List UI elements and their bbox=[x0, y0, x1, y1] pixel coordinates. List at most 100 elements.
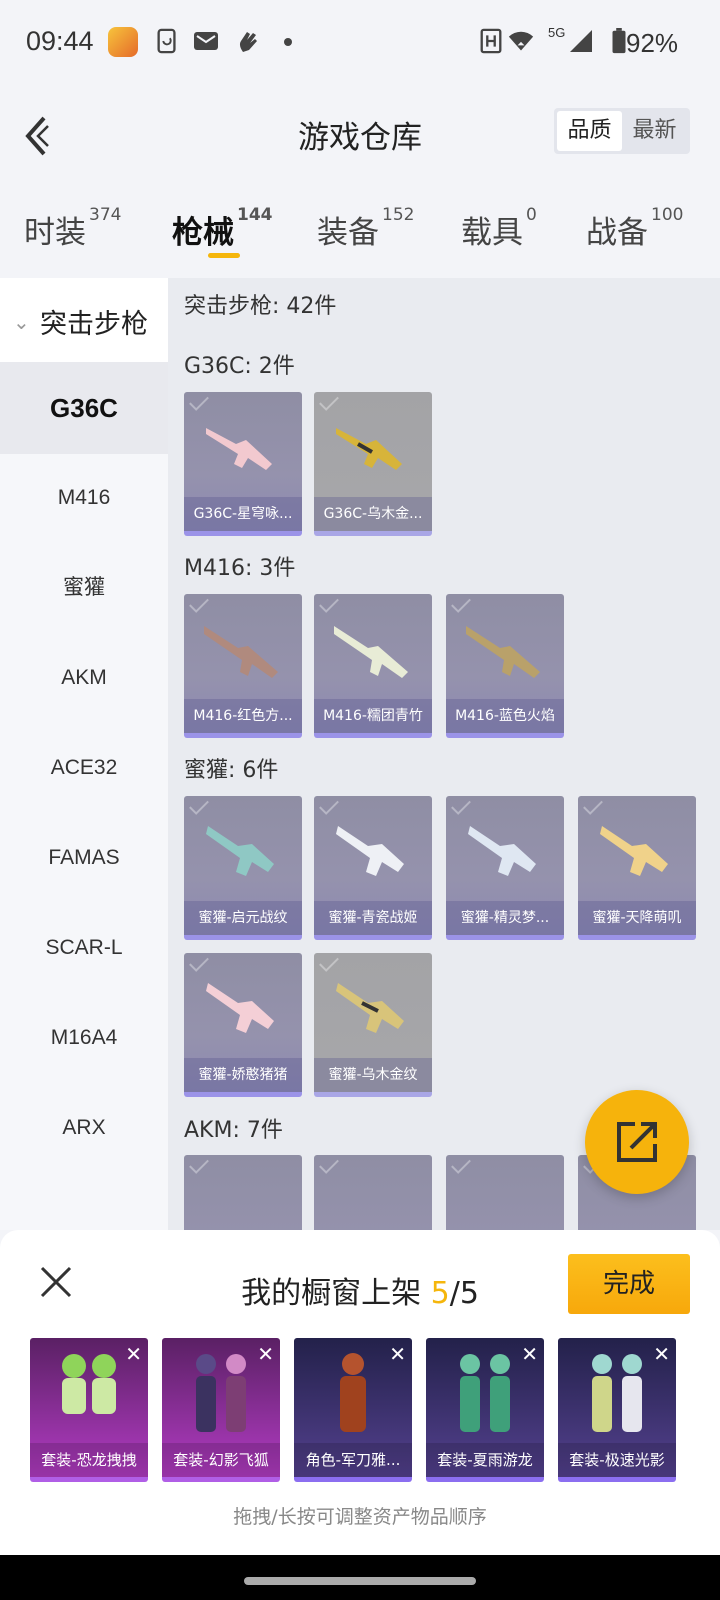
weapon-grid: 突击步枪: 42件 G36C: 2件 G36C-星穹咏... G36C-乌木金.… bbox=[168, 278, 720, 1230]
weapon-card[interactable]: M416-蓝色火焰 bbox=[446, 594, 564, 738]
rifle-icon bbox=[206, 983, 274, 1033]
app-header: 游戏仓库 品质 最新 bbox=[0, 90, 720, 185]
status-time: 09:44 bbox=[26, 26, 94, 56]
group-title: AKM: 7件 bbox=[184, 1118, 283, 1143]
showcase-slot[interactable]: ✕ 套装-恐龙拽拽 bbox=[30, 1338, 148, 1482]
tab-fashion[interactable]: 时装 374 bbox=[24, 205, 121, 252]
screenshot-icon bbox=[157, 28, 176, 54]
sidebar-item-akm[interactable]: AKM bbox=[0, 632, 168, 724]
weapon-card-label: 蜜獾-天降萌叽 bbox=[578, 901, 696, 935]
sort-latest-button[interactable]: 最新 bbox=[622, 111, 687, 151]
showcase-slot-label: 套装-极速光影 bbox=[558, 1443, 676, 1477]
sort-quality-button[interactable]: 品质 bbox=[557, 111, 622, 151]
weapon-card[interactable]: M416-红色方... bbox=[184, 594, 302, 738]
group-title: 蜜獾: 6件 bbox=[184, 758, 279, 783]
sidebar-item-m16a4[interactable]: M16A4 bbox=[0, 992, 168, 1084]
wifi-icon bbox=[508, 31, 534, 51]
group-title: M416: 3件 bbox=[184, 556, 296, 581]
share-icon bbox=[617, 1122, 657, 1162]
home-gesture-handle[interactable] bbox=[244, 1577, 476, 1585]
check-icon bbox=[319, 796, 339, 815]
remove-icon[interactable]: ✕ bbox=[653, 1342, 670, 1366]
check-icon bbox=[189, 594, 209, 613]
signal-icon bbox=[570, 30, 592, 52]
check-icon bbox=[189, 953, 209, 972]
showcase-slot-label: 套装-恐龙拽拽 bbox=[30, 1443, 148, 1477]
sidebar-item-arx[interactable]: ARX bbox=[0, 1082, 168, 1174]
share-button[interactable] bbox=[585, 1090, 689, 1194]
weapon-card[interactable]: G36C-星穹咏... bbox=[184, 392, 302, 536]
weapon-card[interactable]: 蜜獾-娇憨猪猪 bbox=[184, 953, 302, 1097]
active-tab-indicator bbox=[208, 253, 240, 258]
weapon-card-label: M416-蓝色火焰 bbox=[446, 699, 564, 733]
tab-label: 载具 bbox=[461, 215, 523, 251]
weapon-card-label: 蜜獾-青瓷战姬 bbox=[314, 901, 432, 935]
showcase-slot-label: 套装-幻影飞狐 bbox=[162, 1443, 280, 1477]
rifle-icon bbox=[336, 983, 404, 1033]
showcase-slot[interactable]: ✕ 套装-夏雨游龙 bbox=[426, 1338, 544, 1482]
rifle-icon bbox=[334, 626, 408, 678]
done-button[interactable]: 完成 bbox=[568, 1254, 690, 1314]
rifle-icon bbox=[468, 826, 536, 876]
sidebar-item-ace32[interactable]: ACE32 bbox=[0, 722, 168, 814]
rifle-icon bbox=[600, 826, 668, 876]
rifle-icon bbox=[206, 428, 272, 470]
check-icon bbox=[583, 796, 603, 815]
showcase-slot-label: 套装-夏雨游龙 bbox=[426, 1443, 544, 1477]
remove-icon[interactable]: ✕ bbox=[125, 1342, 142, 1366]
check-icon bbox=[451, 796, 471, 815]
outfit-icon bbox=[196, 1354, 246, 1432]
chevron-down-icon: ⌄ bbox=[13, 310, 30, 334]
tab-count: 152 bbox=[382, 205, 415, 225]
weapon-card[interactable]: 蜜獾-启元战纹 bbox=[184, 796, 302, 940]
sidebar-item-famas[interactable]: FAMAS bbox=[0, 812, 168, 904]
weapon-card[interactable]: 蜜獾-乌木金纹 bbox=[314, 953, 432, 1097]
sidebar-item-scar-l[interactable]: SCAR-L bbox=[0, 902, 168, 994]
gesture-icon bbox=[239, 32, 257, 52]
outfit-icon bbox=[62, 1354, 116, 1414]
weapon-card[interactable] bbox=[314, 1155, 432, 1230]
weapon-sidebar: ⌄ 突击步枪 G36C M416 蜜獾 AKM ACE32 FAMAS SCAR… bbox=[0, 278, 168, 1230]
remove-icon[interactable]: ✕ bbox=[257, 1342, 274, 1366]
weapon-card-label: G36C-星穹咏... bbox=[184, 497, 302, 531]
outfit-icon bbox=[592, 1354, 642, 1432]
weapon-card-label: G36C-乌木金... bbox=[314, 497, 432, 531]
sidebar-category-header[interactable]: ⌄ 突击步枪 bbox=[0, 278, 168, 370]
tab-label: 装备 bbox=[317, 215, 379, 251]
tab-count: 0 bbox=[526, 205, 537, 225]
tab-supplies[interactable]: 战备 100 bbox=[586, 205, 683, 252]
sidebar-item-g36c[interactable]: G36C bbox=[0, 362, 168, 454]
tab-vehicles[interactable]: 载具 0 bbox=[461, 205, 537, 252]
weapon-card-label: 蜜獾-精灵梦... bbox=[446, 901, 564, 935]
tab-count: 144 bbox=[237, 205, 273, 225]
weapon-card[interactable]: M416-糯团青竹 bbox=[314, 594, 432, 738]
tab-label: 枪械 bbox=[172, 215, 234, 251]
showcase-total: /5 bbox=[449, 1276, 479, 1311]
weapon-card[interactable] bbox=[446, 1155, 564, 1230]
tab-firearms[interactable]: 枪械 144 bbox=[172, 205, 273, 252]
rifle-icon bbox=[336, 428, 402, 470]
rifle-icon bbox=[206, 826, 274, 876]
weapon-card[interactable]: 蜜獾-天降萌叽 bbox=[578, 796, 696, 940]
group-title: G36C: 2件 bbox=[184, 354, 295, 379]
showcase-slot[interactable]: ✕ 角色-军刀雅... bbox=[294, 1338, 412, 1482]
weapon-card-label: 蜜獾-娇憨猪猪 bbox=[184, 1058, 302, 1092]
weapon-card[interactable]: 蜜獾-青瓷战姬 bbox=[314, 796, 432, 940]
system-nav-bar bbox=[0, 1555, 720, 1600]
tab-equipment[interactable]: 装备 152 bbox=[317, 205, 415, 252]
tab-label: 时装 bbox=[24, 215, 86, 251]
battery-level: 92% bbox=[626, 28, 679, 58]
sidebar-item-m416[interactable]: M416 bbox=[0, 452, 168, 544]
weapon-card[interactable]: G36C-乌木金... bbox=[314, 392, 432, 536]
showcase-slot[interactable]: ✕ 套装-幻影飞狐 bbox=[162, 1338, 280, 1482]
reorder-hint: 拖拽/长按可调整资产物品顺序 bbox=[233, 1506, 487, 1528]
remove-icon[interactable]: ✕ bbox=[389, 1342, 406, 1366]
weapon-card[interactable] bbox=[184, 1155, 302, 1230]
app-badge-icon bbox=[108, 27, 138, 57]
weapon-card[interactable]: 蜜獾-精灵梦... bbox=[446, 796, 564, 940]
remove-icon[interactable]: ✕ bbox=[521, 1342, 538, 1366]
showcase-slot[interactable]: ✕ 套装-极速光影 bbox=[558, 1338, 676, 1482]
sidebar-item-honey-badger[interactable]: 蜜獾 bbox=[0, 542, 168, 634]
check-icon bbox=[189, 392, 209, 411]
weapon-card-label: 蜜獾-乌木金纹 bbox=[314, 1058, 432, 1092]
